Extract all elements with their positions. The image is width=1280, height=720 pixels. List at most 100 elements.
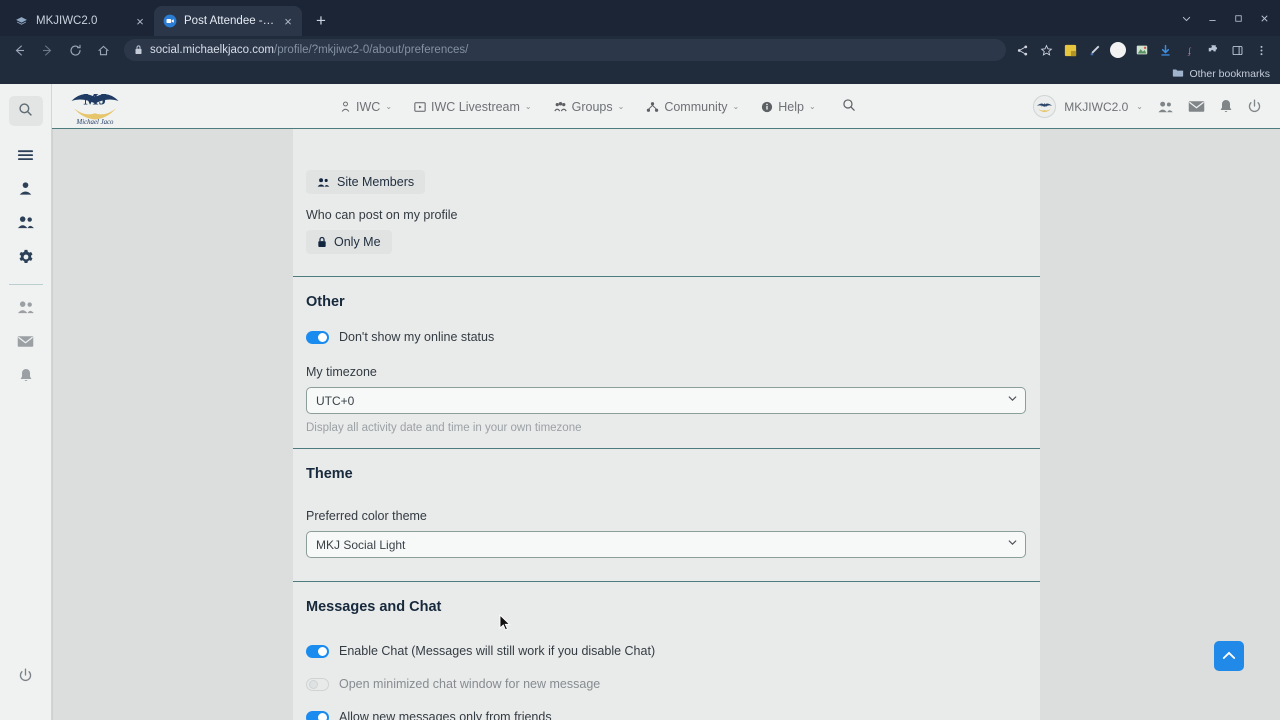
info-circle-icon xyxy=(761,101,773,113)
maximize-icon[interactable] xyxy=(1226,8,1250,28)
sidebar-item-notifications[interactable] xyxy=(9,361,43,395)
home-icon[interactable] xyxy=(90,38,116,62)
nav-item-help[interactable]: Help ⌄ xyxy=(761,100,816,114)
open-minimized-chat-toggle-label: Open minimized chat window for new messa… xyxy=(339,677,601,691)
enable-chat-toggle-label: Enable Chat (Messages will still work if… xyxy=(339,644,656,658)
friends-icon[interactable] xyxy=(1157,100,1174,114)
forward-icon[interactable] xyxy=(34,38,60,62)
toggle-knob xyxy=(309,679,318,689)
window-controls xyxy=(1174,8,1276,28)
messages-envelope-icon[interactable] xyxy=(1188,100,1205,113)
script-extension-icon[interactable]: ʄ xyxy=(1181,42,1198,59)
new-tab-button[interactable]: + xyxy=(308,8,334,34)
browser-omnibar: social.michaelkjaco.com/profile/?mkjiwc2… xyxy=(0,36,1280,64)
site-logo[interactable]: MJ Michael Jaco xyxy=(62,84,128,128)
notifications-bell-icon[interactable] xyxy=(1219,99,1233,114)
enable-chat-toggle[interactable] xyxy=(306,644,329,658)
browser-tabstrip: MKJIWC2.0 × Post Attendee - Zoom × + xyxy=(0,0,1280,36)
sidebar-item-members[interactable] xyxy=(9,293,43,327)
user-name-label: MKJIWC2.0 xyxy=(1064,99,1129,114)
share-icon[interactable] xyxy=(1014,42,1031,59)
back-icon[interactable] xyxy=(6,38,32,62)
nav-item-groups-label: Groups xyxy=(571,99,613,114)
close-window-icon[interactable] xyxy=(1252,8,1276,28)
nav-item-iwc[interactable]: IWC ⌄ xyxy=(340,100,392,114)
theme-select-wrap: MKJ Social Light xyxy=(306,531,1026,581)
image-extension-icon[interactable] xyxy=(1133,42,1150,59)
nav-item-iwc-label: IWC xyxy=(356,99,381,114)
url-domain: social.michaelkjaco.com xyxy=(150,44,274,56)
main-navigation: IWC ⌄ IWC Livestream ⌄ Groups ⌄ Communit… xyxy=(340,84,856,129)
online-status-toggle[interactable] xyxy=(306,330,329,344)
folder-icon xyxy=(1172,67,1184,81)
puzzle-extensions-icon[interactable] xyxy=(1205,42,1222,59)
minimize-icon[interactable] xyxy=(1200,8,1224,28)
settings-gear-icon xyxy=(18,249,34,270)
address-bar[interactable]: social.michaelkjaco.com/profile/?mkjiwc2… xyxy=(124,39,1006,61)
left-sidebar xyxy=(0,84,52,720)
logout-power-icon[interactable] xyxy=(1247,99,1262,114)
bookmarks-bar: Other bookmarks xyxy=(0,64,1280,84)
sidebar-item-logout[interactable] xyxy=(18,668,33,688)
enable-chat-toggle-row[interactable]: Enable Chat (Messages will still work if… xyxy=(306,617,1027,667)
messages-envelope-icon xyxy=(17,335,34,353)
section-messages-chat: Messages and Chat Enable Chat (Messages … xyxy=(293,582,1040,720)
open-minimized-chat-toggle-row[interactable]: Open minimized chat window for new messa… xyxy=(306,667,1027,700)
bookmark-star-icon[interactable] xyxy=(1038,42,1055,59)
close-icon[interactable]: × xyxy=(134,15,146,28)
other-bookmarks-label[interactable]: Other bookmarks xyxy=(1189,68,1270,80)
groups-icon xyxy=(553,101,567,113)
nav-item-iwc-livestream[interactable]: IWC Livestream ⌄ xyxy=(414,100,532,114)
sidebar-item-friends[interactable] xyxy=(9,208,43,242)
sidebar-search-button[interactable] xyxy=(8,96,43,126)
only-me-pill[interactable]: Only Me xyxy=(306,230,392,254)
search-icon[interactable] xyxy=(842,98,856,115)
timezone-select[interactable]: UTC+0 xyxy=(306,387,1026,414)
community-network-icon xyxy=(646,101,659,113)
sidebar-item-profile[interactable] xyxy=(9,174,43,208)
nav-item-groups[interactable]: Groups ⌄ xyxy=(553,99,624,114)
download-icon[interactable] xyxy=(1157,42,1174,59)
chevron-up-icon xyxy=(1222,649,1236,664)
profile-avatar-icon[interactable] xyxy=(1110,42,1126,58)
notifications-bell-icon xyxy=(19,368,33,388)
sidebar-item-messages[interactable] xyxy=(9,327,43,361)
open-minimized-chat-toggle[interactable] xyxy=(306,677,329,691)
theme-select[interactable]: MKJ Social Light xyxy=(306,531,1026,558)
menu-hamburger-icon xyxy=(17,148,34,167)
sidepanel-icon[interactable] xyxy=(1229,42,1246,59)
sidebar-item-settings[interactable] xyxy=(9,242,43,276)
only-me-pill-label: Only Me xyxy=(334,235,381,249)
reload-icon[interactable] xyxy=(62,38,88,62)
eyedropper-extension-icon[interactable] xyxy=(1086,42,1103,59)
toggle-knob xyxy=(318,646,327,656)
sidebar-item-menu[interactable] xyxy=(9,140,43,174)
friends-only-messages-toggle-row[interactable]: Allow new messages only from friends xyxy=(306,700,1027,720)
friends-group-icon xyxy=(17,215,35,235)
scroll-to-top-button[interactable] xyxy=(1214,641,1244,671)
nav-item-iwc-livestream-label: IWC Livestream xyxy=(431,99,520,114)
close-icon[interactable]: × xyxy=(282,15,294,28)
user-menu[interactable]: MJ MKJIWC2.0 ⌄ xyxy=(1033,95,1143,118)
browser-tab-2[interactable]: Post Attendee - Zoom × xyxy=(154,6,302,36)
friends-only-messages-toggle-label: Allow new messages only from friends xyxy=(339,710,552,720)
address-bar-text: social.michaelkjaco.com/profile/?mkjiwc2… xyxy=(150,44,468,56)
chrome-menu-icon[interactable] xyxy=(1253,42,1270,59)
chevron-down-icon: ⌄ xyxy=(385,102,393,111)
site-members-pill[interactable]: Site Members xyxy=(306,170,426,194)
online-status-toggle-label: Don't show my online status xyxy=(339,330,495,344)
section-theme: Theme Preferred color theme MKJ Social L… xyxy=(293,449,1040,581)
section-other: Other Don't show my online status My tim… xyxy=(293,277,1040,448)
friends-only-messages-toggle[interactable] xyxy=(306,710,329,720)
page-viewport: MJ Michael Jaco IWC ⌄ IWC Livestream ⌄ G… xyxy=(0,84,1280,720)
chevron-down-icon[interactable] xyxy=(1174,8,1198,28)
sidebar-edge xyxy=(52,129,53,720)
svg-text:ʄ: ʄ xyxy=(1187,45,1192,55)
lock-icon xyxy=(317,236,327,248)
toggle-knob xyxy=(318,712,327,720)
avatar: MJ xyxy=(1033,95,1057,118)
sticky-note-extension-icon[interactable] xyxy=(1062,42,1079,59)
browser-tab-1[interactable]: MKJIWC2.0 × xyxy=(6,6,154,36)
online-status-toggle-row[interactable]: Don't show my online status xyxy=(306,312,1027,353)
nav-item-community[interactable]: Community ⌄ xyxy=(646,100,739,114)
